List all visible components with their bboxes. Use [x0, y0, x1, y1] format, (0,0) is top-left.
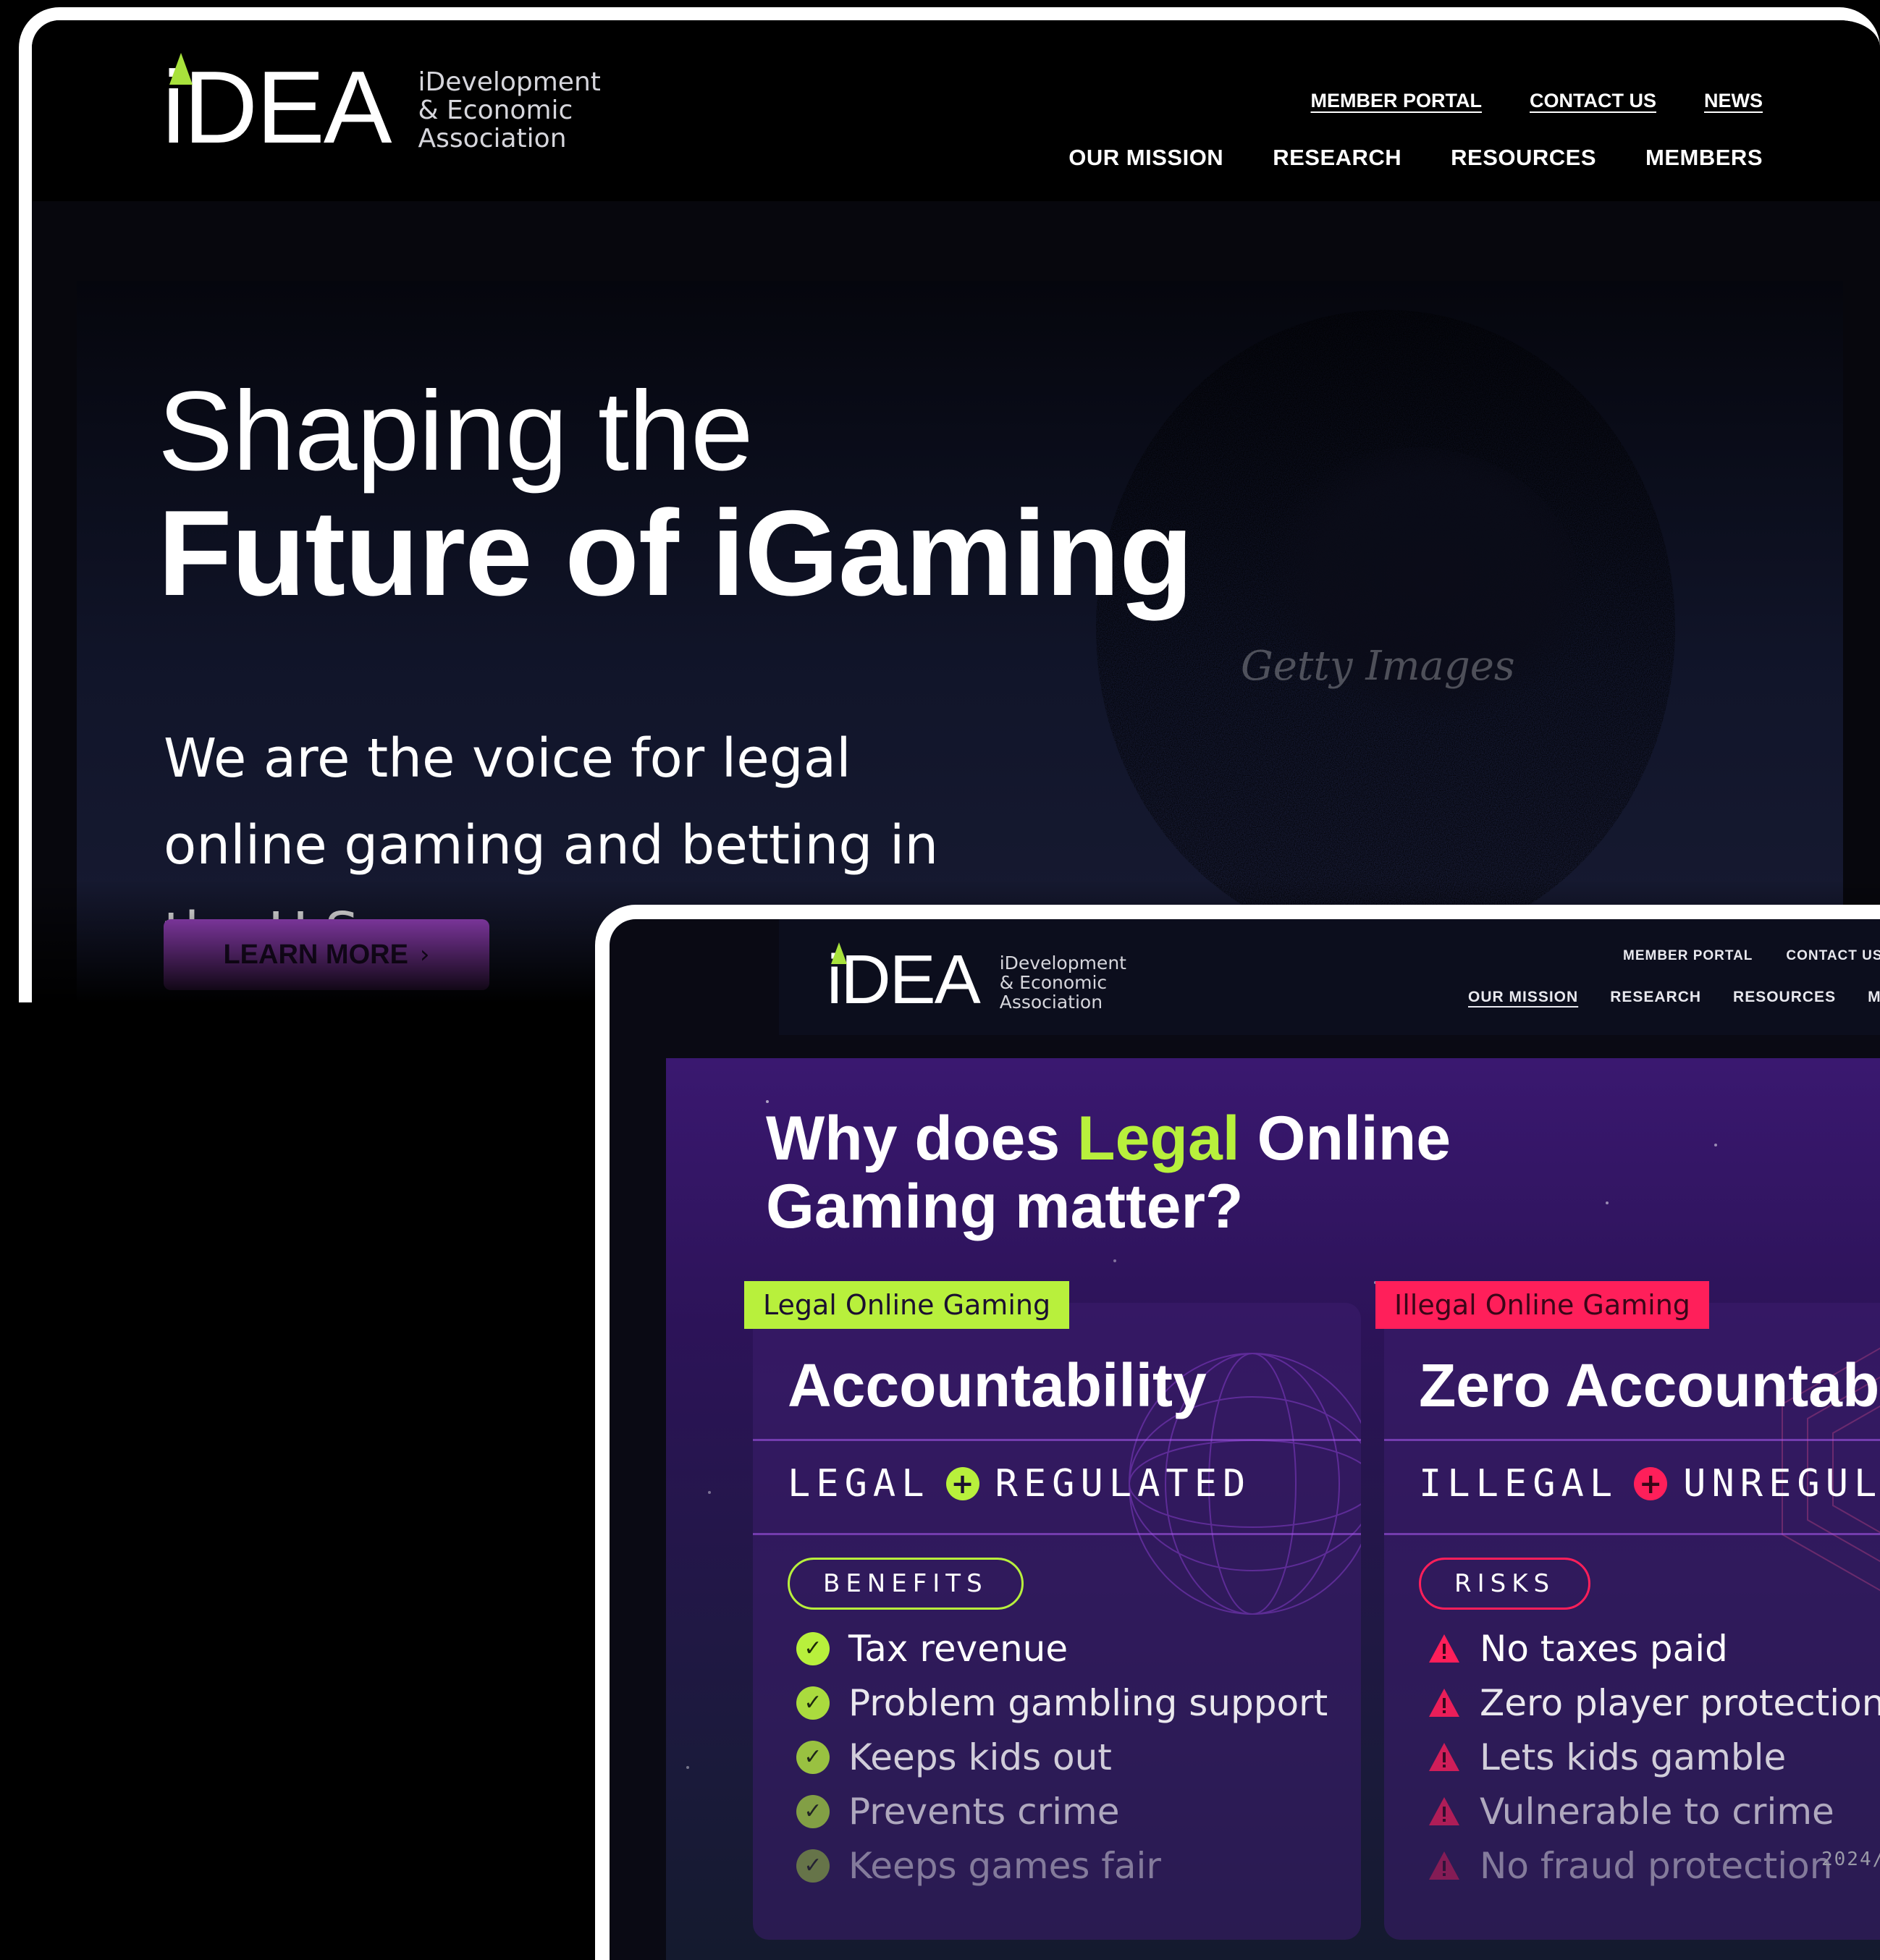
divider	[753, 1439, 1361, 1441]
nav-item-members[interactable]: MEMBERS	[1645, 145, 1763, 171]
site-header: iDEA iDevelopment & Economic Association…	[32, 20, 1880, 201]
learn-more-label: LEARN MORE	[223, 939, 408, 970]
logo-wordmark: iDEA	[162, 50, 392, 165]
hero-title: Shaping the Future of iGaming	[158, 368, 1194, 621]
main-nav: OUR MISSION RESEARCH RESOURCES MEMBERS	[1068, 145, 1763, 171]
logo-tagline-line: Association	[999, 992, 1103, 1013]
logo-tagline-line: iDevelopment	[418, 67, 601, 98]
list-item: Zero player protections	[1428, 1676, 1880, 1730]
card-heading: Zero Accountabili	[1419, 1351, 1880, 1419]
hero-title-line: Shaping the	[158, 368, 754, 494]
illegal-unregulated-line: ILLEGAL + UNREGULA	[1419, 1462, 1880, 1505]
list-item: No taxes paid	[1428, 1621, 1880, 1676]
nav-item-resources[interactable]: RESOURCES	[1733, 989, 1836, 1006]
section-title: Why does Legal Online Gaming matter?	[766, 1104, 1451, 1241]
list-item: ✓ Tax revenue	[796, 1621, 1328, 1676]
line-right-text: REGULATED	[995, 1462, 1252, 1505]
logo-tagline-line: iDevelopment	[999, 952, 1126, 973]
image-watermark: Getty Images	[1241, 643, 1515, 690]
list-item-label: Prevents crime	[848, 1790, 1120, 1833]
list-item: Lets kids gamble	[1428, 1730, 1880, 1784]
check-circle-icon: ✓	[796, 1740, 830, 1774]
utility-nav: MEMBER PORTAL CONTACT US NEWS	[1311, 90, 1763, 112]
nav-link-member-portal[interactable]: MEMBER PORTAL	[1311, 90, 1483, 112]
line-left-text: LEGAL	[788, 1462, 930, 1505]
nav-link-contact-us[interactable]: CONTACT US	[1786, 948, 1880, 964]
legal-gaming-card: Accountability LEGAL + REGULATED BENEFIT…	[753, 1303, 1361, 1940]
line-right-text: UNREGULA	[1683, 1462, 1880, 1505]
list-item: ✓ Problem gambling support	[796, 1676, 1328, 1730]
utility-nav: MEMBER PORTAL CONTACT US N	[1623, 948, 1880, 964]
logo-tagline: iDevelopment & Economic Association	[418, 67, 601, 154]
line-left-text: ILLEGAL	[1419, 1462, 1619, 1505]
list-item-label: Keeps kids out	[848, 1736, 1112, 1778]
warning-triangle-icon	[1429, 1742, 1459, 1771]
logo-arrow-icon	[169, 53, 193, 85]
logo-arrow-icon	[831, 942, 847, 964]
list-item: No fraud protection	[1428, 1838, 1880, 1893]
nav-item-resources[interactable]: RESOURCES	[1451, 145, 1596, 171]
divider	[753, 1533, 1361, 1535]
divider	[1384, 1439, 1880, 1441]
risks-pill: RISKS	[1419, 1558, 1591, 1610]
mission-page-screenshot: iDEA iDevelopment & Economic Association…	[595, 905, 1880, 1960]
logo-tagline-line: & Economic	[418, 96, 573, 126]
benefits-list: ✓ Tax revenue ✓ Problem gambling support ✓…	[796, 1621, 1328, 1893]
nav-item-members[interactable]: MEME	[1868, 989, 1880, 1006]
list-item-label: Zero player protections	[1480, 1681, 1880, 1724]
card-heading: Accountability	[788, 1351, 1207, 1419]
main-nav: OUR MISSION RESEARCH RESOURCES MEME	[1468, 989, 1880, 1006]
list-item-label: Lets kids gamble	[1480, 1736, 1787, 1778]
list-item-label: Vulnerable to crime	[1480, 1790, 1834, 1833]
warning-triangle-icon	[1429, 1796, 1459, 1825]
chevron-right-icon: ›	[419, 940, 430, 969]
nav-item-our-mission[interactable]: OUR MISSION	[1468, 989, 1578, 1006]
site-logo[interactable]: iDEA iDevelopment & Economic Association	[162, 50, 601, 165]
illegal-gaming-tag: Illegal Online Gaming	[1375, 1281, 1709, 1329]
risks-list: No taxes paid Zero player protections Le…	[1428, 1621, 1880, 1893]
list-item: ✓ Keeps games fair	[796, 1838, 1328, 1893]
logo-tagline: iDevelopment & Economic Association	[1000, 953, 1126, 1012]
check-circle-icon: ✓	[796, 1686, 830, 1720]
illegal-gaming-card: Zero Accountabili ILLEGAL + UNREGULA RIS…	[1384, 1303, 1880, 1940]
title-text: Why does	[766, 1104, 1078, 1173]
nav-link-news[interactable]: NEWS	[1704, 90, 1763, 112]
date-stamp: 2024/	[1821, 1849, 1880, 1870]
nav-link-member-portal[interactable]: MEMBER PORTAL	[1623, 948, 1753, 964]
logo-wordmark: iDEA	[827, 941, 981, 1018]
title-text: Online	[1239, 1104, 1451, 1173]
plus-icon: +	[1634, 1467, 1668, 1500]
plus-icon: +	[945, 1467, 979, 1500]
nav-item-our-mission[interactable]: OUR MISSION	[1068, 145, 1223, 171]
list-item: ✓ Keeps kids out	[796, 1730, 1328, 1784]
logo-tagline-line: Association	[418, 124, 567, 154]
legal-regulated-line: LEGAL + REGULATED	[788, 1462, 1251, 1505]
hero-title-line: Future of iGaming	[158, 485, 1194, 621]
divider	[1384, 1533, 1880, 1535]
nav-item-research[interactable]: RESEARCH	[1610, 989, 1701, 1006]
warning-triangle-icon	[1429, 1688, 1459, 1717]
homepage-screenshot: iDEA iDevelopment & Economic Association…	[19, 7, 1880, 1002]
list-item-label: Tax revenue	[848, 1627, 1068, 1670]
learn-more-button[interactable]: LEARN MORE ›	[164, 919, 489, 990]
check-circle-icon: ✓	[796, 1794, 830, 1828]
site-logo[interactable]: iDEA iDevelopment & Economic Association	[827, 941, 1126, 1018]
list-item-label: No fraud protection	[1480, 1844, 1833, 1887]
title-highlight: Legal	[1077, 1104, 1240, 1173]
list-item: Vulnerable to crime	[1428, 1784, 1880, 1838]
legal-gaming-tag: Legal Online Gaming	[744, 1281, 1070, 1329]
check-circle-icon: ✓	[796, 1849, 830, 1883]
check-circle-icon: ✓	[796, 1631, 830, 1665]
warning-triangle-icon	[1429, 1851, 1459, 1880]
logo-tagline-line: & Economic	[999, 972, 1108, 993]
list-item-label: No taxes paid	[1480, 1627, 1728, 1670]
nav-link-contact-us[interactable]: CONTACT US	[1530, 90, 1656, 112]
list-item-label: Problem gambling support	[848, 1681, 1328, 1724]
benefits-pill: BENEFITS	[788, 1558, 1024, 1610]
list-item-label: Keeps games fair	[848, 1844, 1161, 1887]
list-item: ✓ Prevents crime	[796, 1784, 1328, 1838]
nav-item-research[interactable]: RESEARCH	[1273, 145, 1401, 171]
title-line: Gaming matter?	[766, 1172, 1244, 1241]
warning-triangle-icon	[1429, 1634, 1459, 1663]
